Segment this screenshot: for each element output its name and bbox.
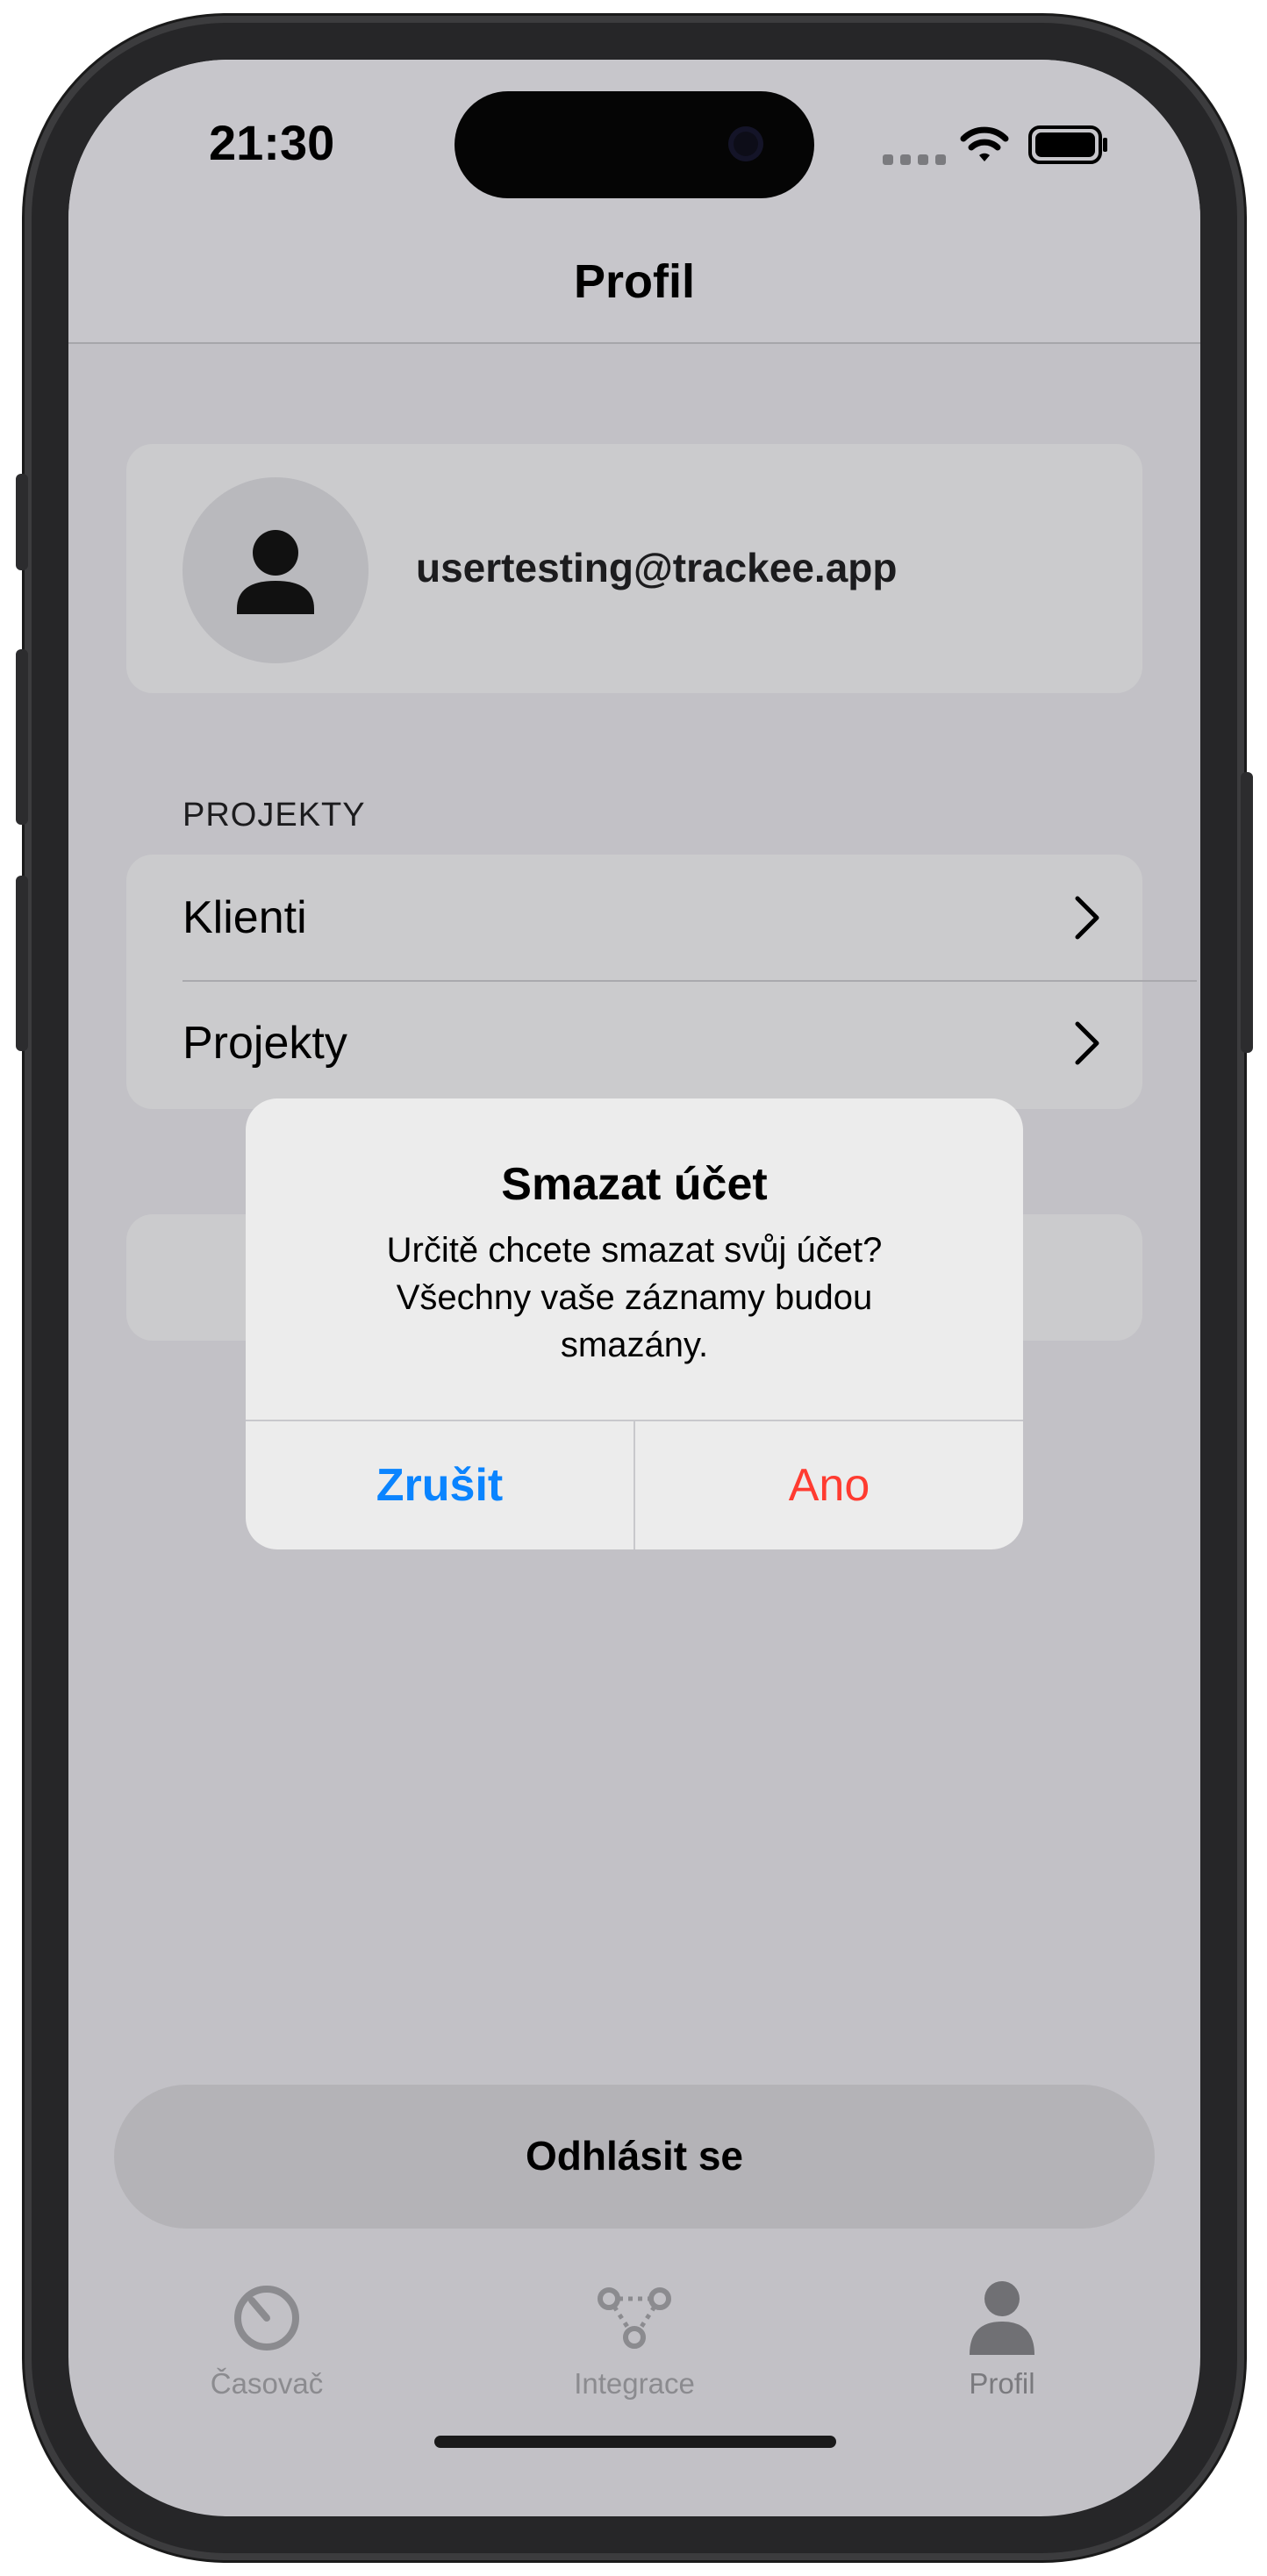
cellular-signal-icon xyxy=(883,154,946,165)
tab-label: Integrace xyxy=(574,2367,695,2400)
power-button xyxy=(1241,772,1253,1053)
list-item-label: Projekty xyxy=(183,1018,347,1069)
tab-timer[interactable]: Časovač xyxy=(153,2278,381,2409)
confirm-delete-button[interactable]: Ano xyxy=(635,1421,1023,1549)
logout-label: Odhlásit se xyxy=(526,2133,743,2179)
timer-icon xyxy=(234,2286,299,2351)
volume-up-button xyxy=(16,649,28,825)
wifi-icon xyxy=(960,126,1009,161)
chevron-right-icon xyxy=(1075,896,1099,940)
chevron-right-icon xyxy=(1075,1021,1099,1065)
tab-integrations[interactable]: Integrace xyxy=(520,2278,748,2409)
tab-profile[interactable]: Profil xyxy=(888,2278,1116,2409)
front-camera xyxy=(728,126,763,161)
person-icon xyxy=(970,2281,1034,2355)
status-time: 21:30 xyxy=(209,115,335,170)
page-title: Profil xyxy=(573,255,695,308)
cancel-label: Zrušit xyxy=(376,1460,504,1511)
list-item-projects[interactable]: Projekty xyxy=(126,982,1142,1109)
avatar xyxy=(183,477,369,663)
tab-label: Časovač xyxy=(210,2367,324,2400)
person-icon xyxy=(237,530,314,614)
home-indicator xyxy=(434,2436,836,2448)
cancel-button[interactable]: Zrušit xyxy=(246,1421,634,1549)
screen: 21:30 Profil usertesting@trackee.app PRO… xyxy=(68,60,1200,2516)
action-button xyxy=(16,474,28,570)
volume-down-button xyxy=(16,876,28,1051)
confirm-label: Ano xyxy=(788,1460,870,1511)
list-item-clients[interactable]: Klienti xyxy=(126,855,1142,981)
alert-message: Určitě chcete smazat svůj účet? Všechny … xyxy=(386,1231,883,1364)
tab-label: Profil xyxy=(969,2367,1035,2400)
list-item-label: Klienti xyxy=(183,892,307,943)
battery-icon xyxy=(1028,125,1107,164)
delete-account-alert: Smazat účet Určitě chcete smazat svůj úč… xyxy=(246,1098,1023,1549)
section-header-projects: PROJEKTY xyxy=(183,797,366,834)
integration-icon xyxy=(598,2287,671,2349)
alert-title: Smazat účet xyxy=(501,1159,768,1210)
profile-email: usertesting@trackee.app xyxy=(416,545,898,590)
